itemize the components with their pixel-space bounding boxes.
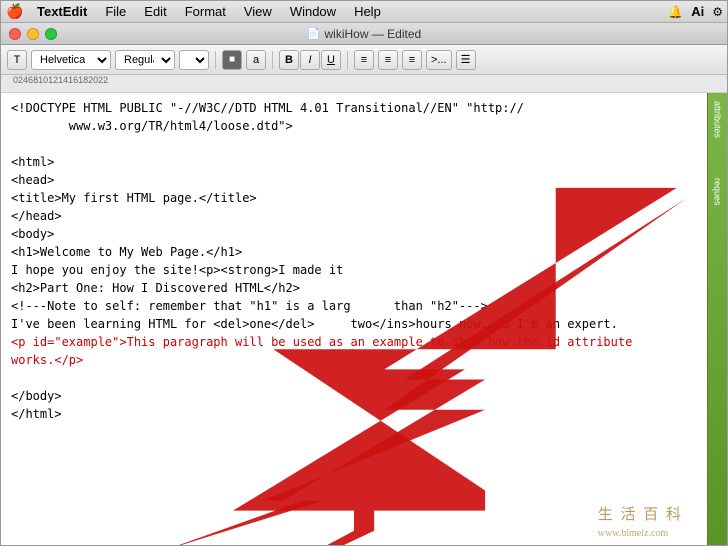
settings-icon[interactable]: ⚙ [712,5,723,19]
window-title: 📄 wikiHow — Edited [307,27,421,41]
traffic-lights [9,28,57,40]
ruler-mark-12: 12 [48,75,58,92]
font-size-select[interactable]: 16 [179,50,209,70]
main-window: 🍎 TextEdit File Edit Format View Window … [0,0,728,546]
align-center-btn[interactable]: ≡ [378,50,398,70]
notification-icon[interactable]: 🔔 [668,5,683,19]
bold-button[interactable]: B [279,50,299,70]
more-options-btn[interactable]: >... [426,50,452,70]
align-right-btn[interactable]: ≡ [402,50,422,70]
watermark: 生 活 百 科 www.bimeiz.com [598,504,683,542]
right-panel-top: attributes [713,101,723,138]
menu-textedit[interactable]: TextEdit [29,2,95,21]
ruler-mark-16: 16 [68,75,78,92]
right-panel: attributes reques [707,93,727,545]
menu-file[interactable]: File [97,2,134,21]
ruler: 0 2 4 6 8 10 12 14 16 18 20 22 [1,75,727,93]
content-area[interactable]: <!DOCTYPE HTML PUBLIC "-//W3C//DTD HTML … [1,93,707,545]
format-buttons: B I U [279,50,341,70]
toolbar-divider-1 [215,51,216,69]
line-12: <!---Note to self: remember that "h1" is… [11,297,697,315]
line-18: </html> [11,405,697,423]
line-14: <p id="example">This paragraph will be u… [11,333,697,351]
font-name-select[interactable]: Helvetica [31,50,111,70]
adobe-icon[interactable]: Ai [691,4,704,19]
line-1: <!DOCTYPE HTML PUBLIC "-//W3C//DTD HTML … [11,99,697,117]
toolbar: T Helvetica Regular 16 ■ a B I U ≡ ≡ ≡ >… [1,45,727,75]
minimize-button[interactable] [27,28,39,40]
line-9: <h1>Welcome to My Web Page.</h1> [11,243,697,261]
watermark-url: www.bimeiz.com [598,526,683,541]
ruler-mark-18: 18 [78,75,88,92]
line-6: <title>My first HTML page.</title> [11,189,697,207]
text-color-btn[interactable]: ■ [222,50,242,70]
menu-view[interactable]: View [236,2,280,21]
line-7: </head> [11,207,697,225]
line-16 [11,369,697,387]
ruler-mark-10: 10 [38,75,48,92]
ruler-marks: 0 2 4 6 8 10 12 14 16 18 20 22 [13,75,723,92]
line-4: <html> [11,153,697,171]
ruler-mark-20: 20 [88,75,98,92]
maximize-button[interactable] [45,28,57,40]
menubar: 🍎 TextEdit File Edit Format View Window … [1,1,727,23]
line-15: works.</p> [11,351,697,369]
watermark-chinese: 生 活 百 科 [598,504,683,527]
doc-area: <!DOCTYPE HTML PUBLIC "-//W3C//DTD HTML … [1,93,727,545]
right-panel-bottom: reques [713,178,723,206]
line-5: <head> [11,171,697,189]
titlebar: 📄 wikiHow — Edited [1,23,727,45]
font-style-select[interactable]: Regular [115,50,175,70]
toolbar-divider-3 [347,51,348,69]
italic-button[interactable]: I [300,50,320,70]
ruler-mark-14: 14 [58,75,68,92]
line-2: www.w3.org/TR/html4/loose.dtd"> [11,117,697,135]
line-3 [11,135,697,153]
document-icon: 📄 [307,27,321,40]
line-11: <h2>Part One: How I Discovered HTML</h2> [11,279,697,297]
menu-help[interactable]: Help [346,2,389,21]
line-10: I hope you enjoy the site!<p><strong>I m… [11,261,697,279]
apple-menu[interactable]: 🍎 [5,3,25,20]
line-17: </body> [11,387,697,405]
title-text: wikiHow — Edited [325,27,422,41]
ruler-mark-22: 22 [98,75,108,92]
menubar-right: 🔔 Ai ⚙ [668,4,723,19]
text-bg-btn[interactable]: a [246,50,266,70]
menubar-items: TextEdit File Edit Format View Window He… [29,2,389,21]
menu-window[interactable]: Window [282,2,344,21]
line-8: <body> [11,225,697,243]
underline-button[interactable]: U [321,50,341,70]
toolbar-divider-2 [272,51,273,69]
align-left-btn[interactable]: ≡ [354,50,374,70]
menu-edit[interactable]: Edit [136,2,174,21]
paragraph-style-btn[interactable]: T [7,50,27,70]
line-13: I've been learning HTML for <del>one</de… [11,315,697,333]
list-btn[interactable]: ☰ [456,50,476,70]
close-button[interactable] [9,28,21,40]
menu-format[interactable]: Format [177,2,234,21]
